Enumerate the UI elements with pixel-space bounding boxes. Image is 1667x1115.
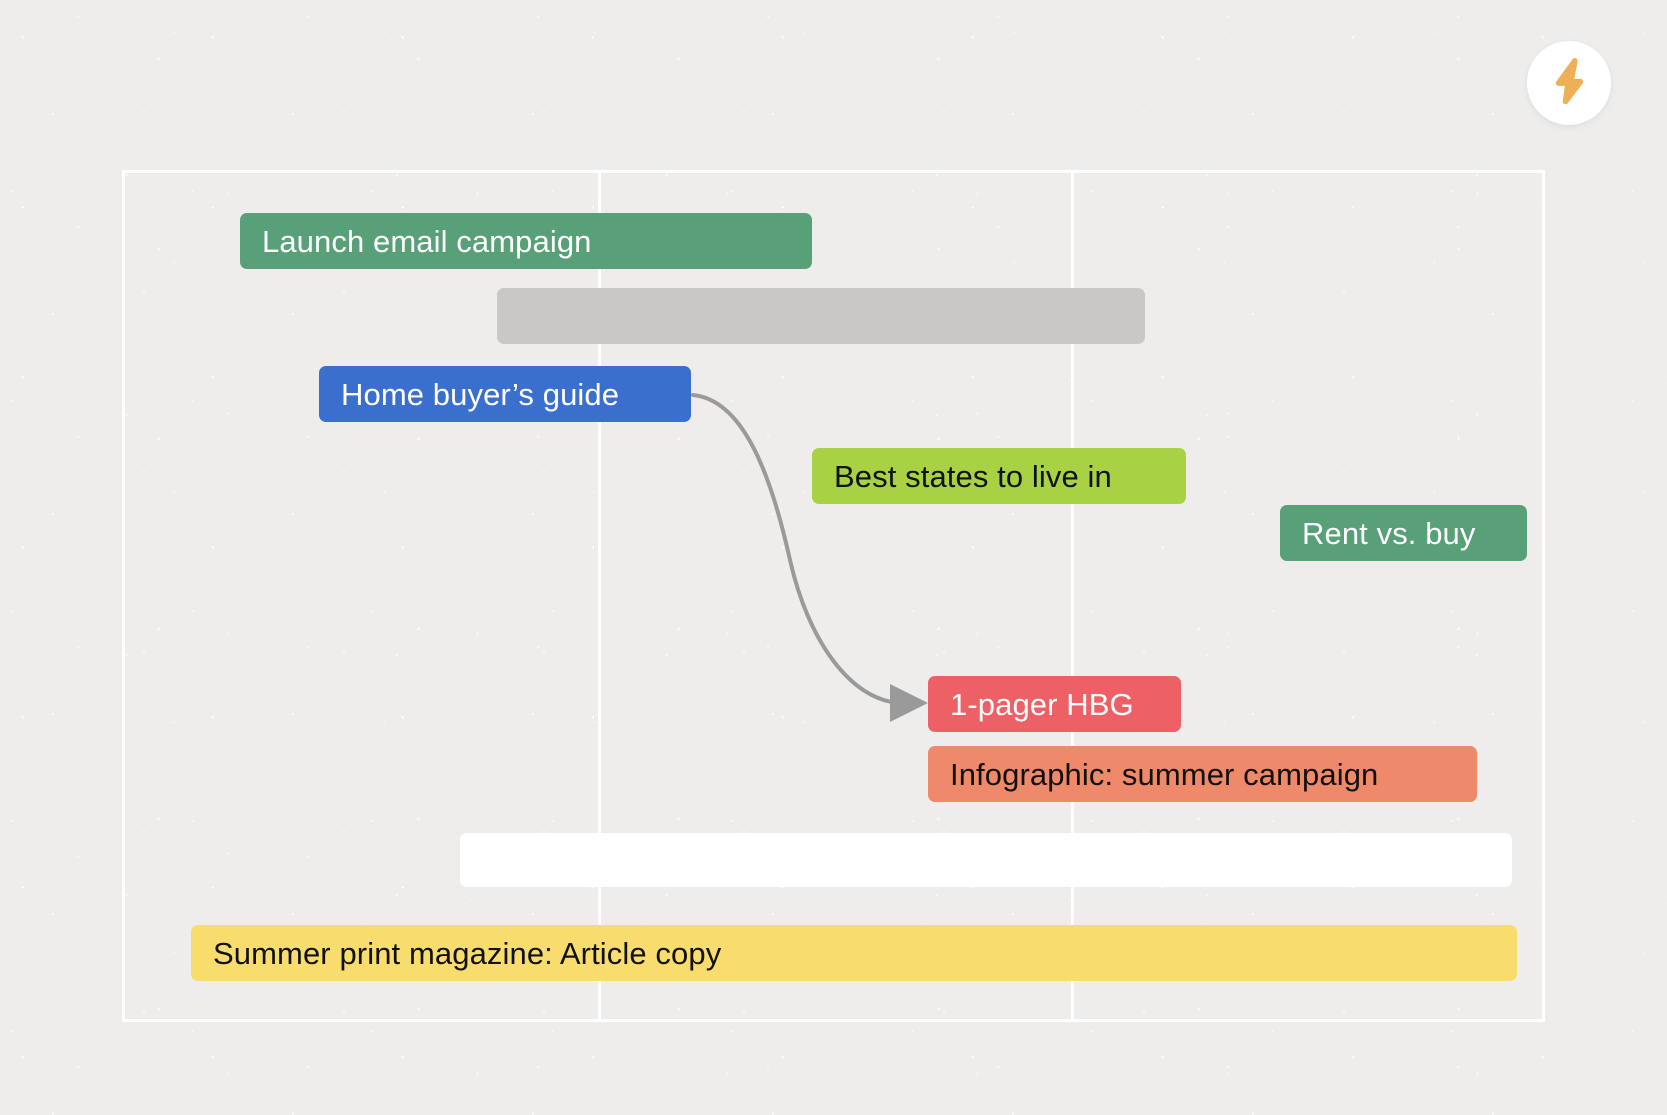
task-bar-label: Launch email campaign [262,223,592,259]
task-bar-label: Rent vs. buy [1302,515,1476,551]
task-bar-label: Summer print magazine: Article copy [213,935,722,971]
task-bar-placeholder-white[interactable] [460,833,1512,887]
task-bar-summer-print-magazine-article-copy[interactable]: Summer print magazine: Article copy [191,925,1517,981]
task-bar-label: Infographic: summer campaign [950,756,1379,792]
task-bar-rent-vs-buy[interactable]: Rent vs. buy [1280,505,1527,561]
lightning-bolt-icon [1549,57,1589,109]
task-bar-infographic-summer-campaign[interactable]: Infographic: summer campaign [928,746,1477,802]
task-bar-label: Home buyer’s guide [341,376,620,412]
task-bar-placeholder-grey[interactable] [497,288,1145,344]
task-bar-label: Best states to live in [834,458,1112,494]
lightning-bolt-badge[interactable] [1527,41,1611,125]
task-bar-home-buyers-guide[interactable]: Home buyer’s guide [319,366,691,422]
task-bar-label: 1-pager HBG [950,686,1134,722]
task-bar-launch-email-campaign[interactable]: Launch email campaign [240,213,812,269]
task-bar-best-states-to-live-in[interactable]: Best states to live in [812,448,1186,504]
task-bar-one-pager-hbg[interactable]: 1-pager HBG [928,676,1181,732]
